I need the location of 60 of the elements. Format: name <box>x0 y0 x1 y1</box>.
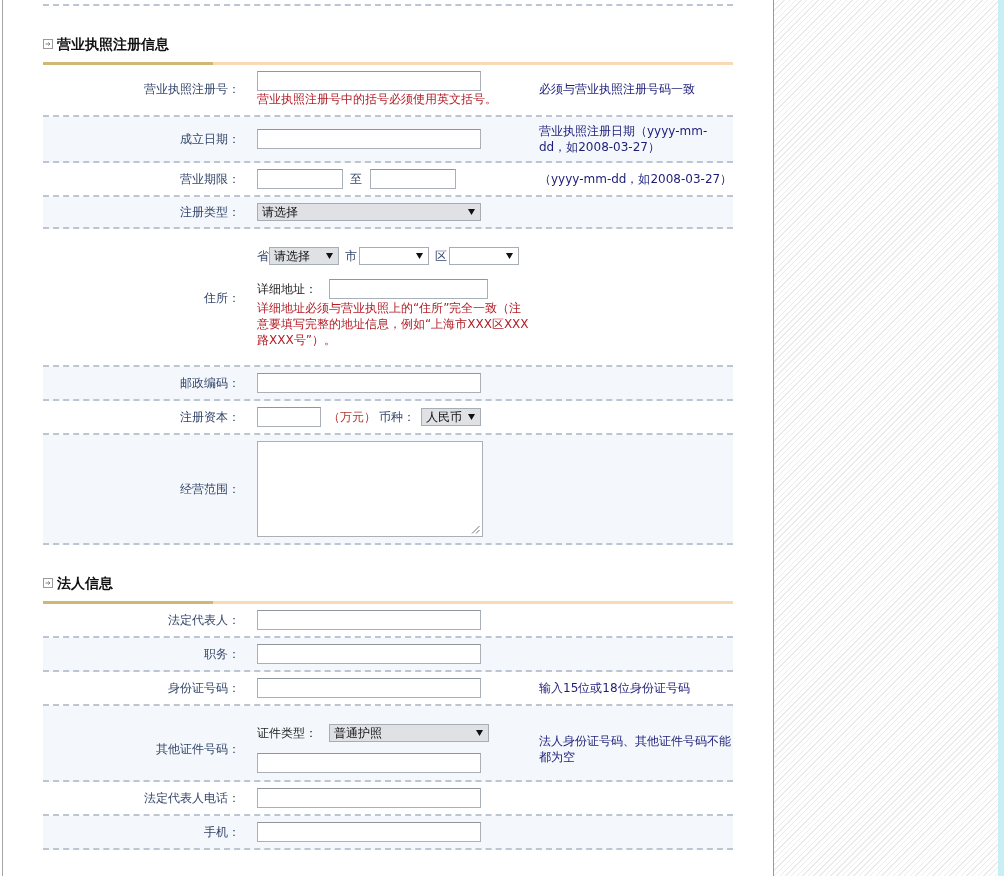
range-separator: 至 <box>350 171 362 187</box>
field-label: 住所： <box>204 289 240 306</box>
field-label: 法定代表人： <box>168 612 240 628</box>
dropdown[interactable] <box>359 247 429 265</box>
field-label: 法定代表人电话： <box>144 790 240 806</box>
dropdown[interactable]: 普通护照 <box>329 724 489 742</box>
select-label: 区 <box>435 248 447 264</box>
text-input[interactable] <box>257 129 481 149</box>
caret-icon <box>416 253 423 259</box>
select-label: 省 <box>257 248 269 264</box>
dropdown[interactable]: 请选择 <box>269 247 339 265</box>
field-label: 职务： <box>204 646 240 662</box>
text-input[interactable] <box>257 610 481 630</box>
caret-icon <box>476 730 483 736</box>
field-label: 成立日期： <box>180 131 240 147</box>
field-label: 身份证号码： <box>168 680 240 696</box>
id-type-label: 证件类型： <box>257 725 317 741</box>
date-input[interactable] <box>257 169 343 189</box>
date-input[interactable] <box>370 169 456 189</box>
arrow-box-icon <box>43 39 53 49</box>
field-label: 邮政编码： <box>180 375 240 391</box>
hint-text: 输入15位或18位身份证号码 <box>539 680 690 696</box>
field-label: 手机： <box>204 824 240 840</box>
field-label: 注册类型： <box>180 204 240 220</box>
caret-icon <box>326 253 333 259</box>
text-input[interactable] <box>257 678 481 698</box>
error-message: 营业执照注册号中的括号必须使用英文括号。 <box>257 92 497 107</box>
resize-grip-icon <box>471 525 480 534</box>
select-label: 市 <box>345 248 357 264</box>
text-area[interactable] <box>257 441 483 537</box>
error-message: 详细地址必须与营业执照上的“住所”完全一致（注意要填写完整的地址信息，例如“上海市XXX区XXX路XXX号”）。 <box>257 300 529 348</box>
arrow-box-icon <box>43 578 53 588</box>
text-input[interactable] <box>257 788 481 808</box>
section-title: 营业执照注册信息 <box>57 35 169 54</box>
text-input[interactable] <box>257 644 481 664</box>
caret-icon <box>506 253 513 259</box>
section-title: 法人信息 <box>57 574 113 593</box>
caret-icon <box>468 209 475 215</box>
field-label: 其他证件号码： <box>156 740 240 757</box>
caret-icon <box>468 414 475 420</box>
hint-text: （yyyy-mm-dd，如2008-03-27） <box>539 171 733 187</box>
text-input[interactable] <box>257 71 481 91</box>
currency-label: 币种： <box>379 409 415 425</box>
hint-text: 法人身份证号码、其他证件号码不能都为空 <box>539 732 732 765</box>
text-input[interactable] <box>257 373 481 393</box>
field-label: 营业执照注册号： <box>144 81 240 97</box>
text-input[interactable] <box>257 822 481 842</box>
field-label: 注册资本： <box>180 409 240 425</box>
text-input[interactable] <box>257 753 481 773</box>
field-label: 营业期限： <box>180 171 240 187</box>
text-input[interactable] <box>257 407 321 427</box>
field-label: 经营范围： <box>180 481 240 497</box>
hint-text: 必须与营业执照注册号码一致 <box>539 81 695 97</box>
hint-text: 营业执照注册日期（yyyy-mm-dd，如2008-03-27） <box>539 123 709 155</box>
detail-address-label: 详细地址： <box>257 281 317 297</box>
text-input[interactable] <box>329 279 488 299</box>
unit-text: （万元） <box>328 409 376 425</box>
dropdown[interactable]: 请选择 <box>257 203 481 221</box>
dropdown[interactable]: 人民币 <box>421 408 481 426</box>
dropdown[interactable] <box>449 247 519 265</box>
